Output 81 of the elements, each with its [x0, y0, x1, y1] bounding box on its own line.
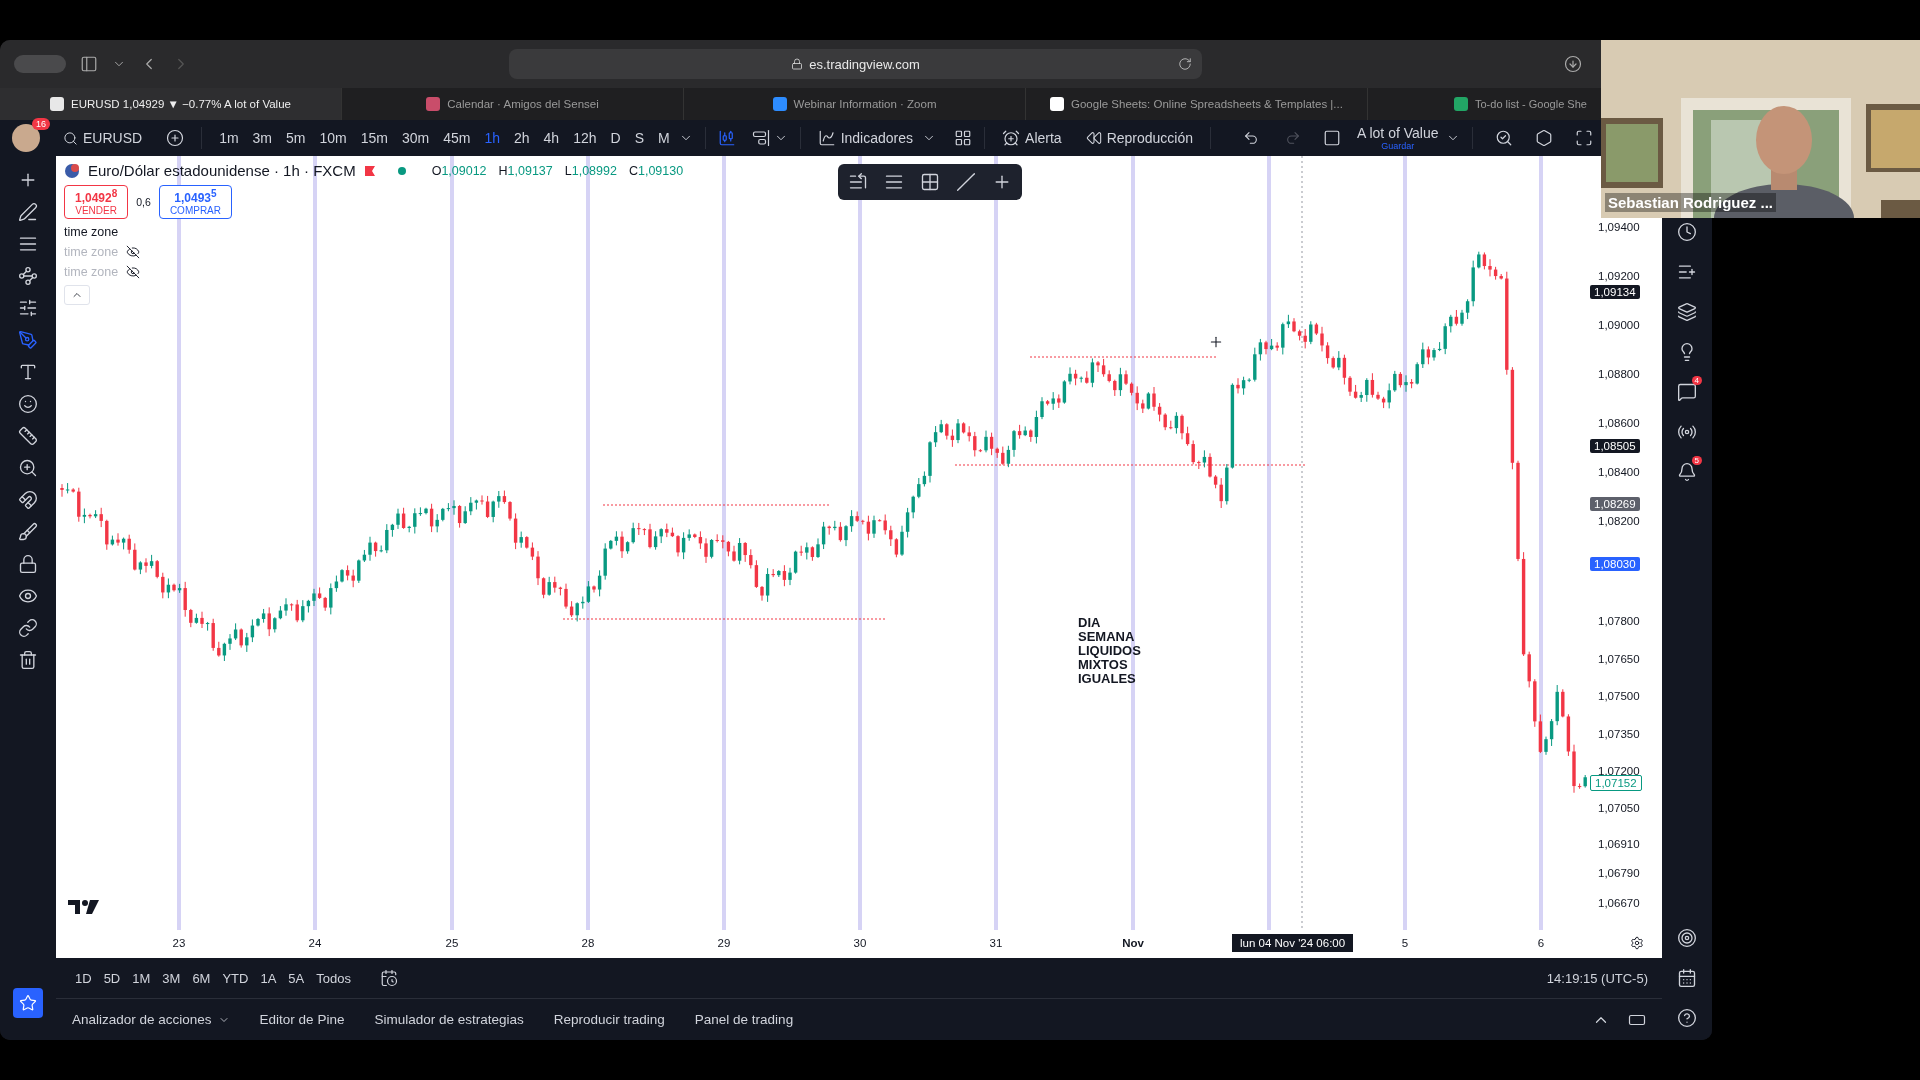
range-button[interactable]: 3M	[157, 966, 186, 990]
time-label: 28	[581, 937, 595, 949]
price-label: 1,09200	[1598, 270, 1640, 282]
panel-tab[interactable]: Panel de trading	[694, 1012, 794, 1027]
price-label: 1,06670	[1598, 897, 1640, 909]
time-label: 5	[1401, 937, 1409, 949]
interval-button[interactable]: 12h	[568, 126, 602, 150]
interval-button[interactable]: 1h	[479, 126, 505, 150]
time-label: 25	[445, 937, 459, 949]
time-label: 23	[172, 937, 186, 949]
range-button[interactable]: Todos	[311, 966, 356, 990]
time-label: 6	[1537, 937, 1545, 949]
interval-button[interactable]: 4h	[538, 126, 565, 150]
indicator-name[interactable]: time zone	[64, 225, 119, 239]
range-button[interactable]: 1A	[255, 966, 282, 990]
price-label: 1,06790	[1598, 867, 1640, 879]
range-button[interactable]: 1M	[127, 966, 156, 990]
panel-tab[interactable]: Editor de Pine	[259, 1012, 345, 1027]
range-button[interactable]: 5A	[283, 966, 310, 990]
buy-button[interactable]: 1,0493$^{5}$ COMPRAR	[158, 185, 232, 219]
participant-name: Sebastian Rodriguez ...	[1605, 193, 1777, 212]
interval-button[interactable]: 45m	[438, 126, 476, 150]
chat-badge: 4	[1691, 376, 1702, 385]
range-button[interactable]: 5D	[98, 966, 126, 990]
panel-tab[interactable]: Simulador de estrategias	[374, 1012, 524, 1027]
crosshair-time-label: lun 04 Nov '24 06:00	[1232, 934, 1354, 952]
price-marker: 1,09134	[1590, 285, 1640, 299]
price-label: 1,08200	[1598, 515, 1640, 527]
chart-note: DIA SEMANA LIQUIDOS MIXTOS IGUALES	[1078, 616, 1141, 686]
time-label: 31	[989, 937, 1003, 949]
interval-button[interactable]: 1m	[214, 126, 244, 150]
alerts-badge: 5	[1691, 456, 1702, 465]
interval-button[interactable]: 10m	[314, 126, 352, 150]
range-button[interactable]: 6M	[187, 966, 216, 990]
interval-button[interactable]: 15m	[355, 126, 393, 150]
price-marker: 1,08269	[1590, 497, 1640, 511]
time-label: 30	[853, 937, 867, 949]
replay-button[interactable]: Reproducción	[1080, 126, 1198, 150]
price-label: 1,07350	[1598, 728, 1640, 740]
ohlc-value: L1,08992	[564, 163, 617, 178]
price-label: 1,07650	[1598, 653, 1640, 665]
ohlc-value: C1,09130	[628, 163, 684, 178]
interval-button[interactable]: 2h	[509, 126, 535, 150]
interval-button[interactable]: S	[629, 126, 649, 150]
price-label: 1,08400	[1598, 466, 1640, 478]
interval-button[interactable]: 30m	[396, 126, 435, 150]
alert-button[interactable]: Alerta	[997, 125, 1067, 151]
ohlc-value: H1,09137	[498, 163, 553, 178]
range-button[interactable]: 1D	[70, 966, 97, 990]
price-label: 1,08800	[1598, 368, 1640, 380]
clock-text: 14:19:15 (UTC-5)	[1546, 970, 1648, 986]
range-button[interactable]: YTD	[217, 966, 254, 990]
price-label: 1,08600	[1598, 417, 1640, 429]
price-label: 1,06910	[1598, 838, 1640, 850]
price-label: 1,09000	[1598, 319, 1640, 331]
price-label: 1,07800	[1598, 615, 1640, 627]
panel-tab[interactable]: Reproducir trading	[553, 1012, 665, 1027]
panel-tab[interactable]: Analizador de acciones	[72, 1012, 230, 1027]
price-marker: 1,08030	[1590, 557, 1640, 571]
browser-tab[interactable]: EURUSD 1,04929 ▼ −0.77% A lot of Value	[0, 88, 342, 120]
time-label: 24	[308, 937, 322, 949]
symbol-title: Euro/Dólar estadounidense · 1h · FXCM	[88, 162, 356, 179]
symbol-search[interactable]: EURUSD	[58, 126, 148, 150]
price-label: 1,07050	[1598, 802, 1640, 814]
price-marker: 1,08505	[1590, 439, 1640, 453]
price-label: 1,07500	[1598, 690, 1640, 702]
sell-button[interactable]: 1,0492$^{8}$ VENDER	[64, 185, 129, 219]
interval-button[interactable]: 5m	[281, 126, 311, 150]
spread-value: 0,6	[136, 196, 151, 208]
address-bar[interactable]: es.tradingview.com	[509, 49, 1202, 79]
interval-button[interactable]: 3m	[247, 126, 278, 150]
interval-button[interactable]: M	[653, 126, 675, 150]
indicators-button[interactable]: Indicadores	[812, 125, 919, 151]
layout-button[interactable]: A lot of Value Guardar	[1353, 125, 1443, 151]
time-label: Nov	[1122, 937, 1144, 949]
ohlc-value: O1,09012	[431, 163, 487, 178]
price-label: 1,07200	[1598, 765, 1640, 777]
price-label: 1,09400	[1598, 221, 1640, 233]
interval-button[interactable]: D	[605, 126, 626, 150]
price-marker: 1,07152	[1590, 775, 1642, 791]
time-label: 29	[717, 937, 731, 949]
